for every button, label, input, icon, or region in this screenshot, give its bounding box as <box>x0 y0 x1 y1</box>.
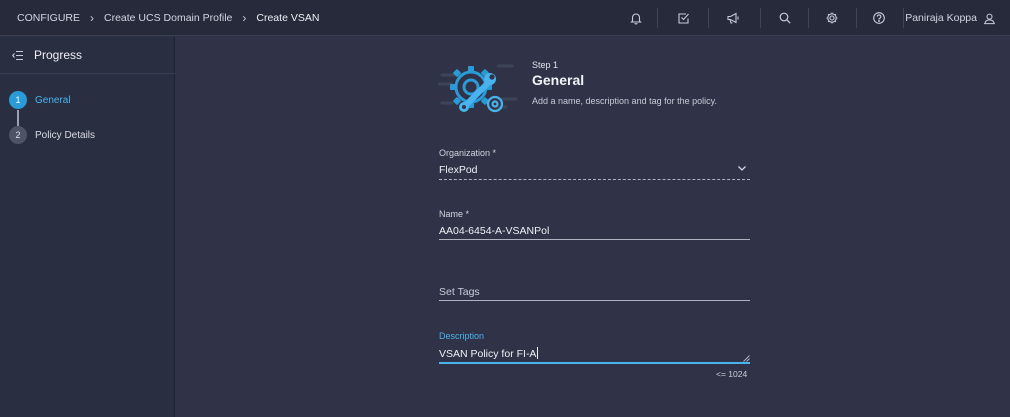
breadcrumb-create-vsan: Create VSAN <box>256 12 320 24</box>
bell-icon <box>630 13 642 25</box>
gear-icon <box>826 12 838 24</box>
settings-button[interactable] <box>814 0 850 36</box>
page-subtitle: Add a name, description and tag for the … <box>532 96 717 106</box>
organization-label: Organization * <box>439 148 497 158</box>
step-label: Policy Details <box>35 129 96 141</box>
progress-panel: Progress 1 General 2 Policy Details <box>0 37 175 417</box>
gear-wrench-icon <box>438 64 518 113</box>
breadcrumb-chevron-icon: › <box>242 11 247 25</box>
description-text: VSAN Policy for FI-A <box>439 348 537 360</box>
panel-divider <box>0 73 175 74</box>
step-connector <box>17 110 19 126</box>
top-header: CONFIGURE › Create UCS Domain Profile › … <box>0 0 1010 36</box>
announcements-button[interactable] <box>715 0 751 36</box>
description-textarea[interactable]: VSAN Policy for FI-A <box>439 347 539 360</box>
chevron-down-icon[interactable] <box>737 164 747 172</box>
progress-header: Progress <box>12 48 82 62</box>
organization-underline <box>439 179 750 180</box>
tags-underline <box>439 300 750 301</box>
breadcrumb-configure[interactable]: CONFIGURE <box>17 12 80 24</box>
page-title: General <box>532 72 585 88</box>
user-icon <box>984 13 995 24</box>
tasks-button[interactable] <box>666 0 702 36</box>
breadcrumb-create-ucs-domain-profile[interactable]: Create UCS Domain Profile <box>104 12 232 24</box>
search-icon <box>779 12 791 24</box>
description-label: Description <box>439 331 485 341</box>
progress-title: Progress <box>34 48 83 62</box>
user-menu[interactable]: Paniraja Koppa <box>905 0 996 36</box>
step-number: 2 <box>9 126 27 144</box>
megaphone-icon <box>727 12 739 24</box>
tasks-icon <box>678 13 689 24</box>
breadcrumb-chevron-icon: › <box>90 11 94 25</box>
breadcrumb: CONFIGURE › Create UCS Domain Profile › … <box>17 0 319 36</box>
step-indicator: Step 1 <box>532 60 559 70</box>
step-label: General <box>35 94 71 106</box>
step-general[interactable]: 1 General <box>9 91 71 109</box>
name-label: Name * <box>439 209 470 219</box>
search-button[interactable] <box>767 0 803 36</box>
user-name: Paniraja Koppa <box>905 12 977 24</box>
collapse-menu-icon[interactable] <box>12 50 24 61</box>
set-tags-input[interactable]: Set Tags <box>439 286 480 298</box>
step-policy-details[interactable]: 2 Policy Details <box>9 126 95 144</box>
help-icon <box>873 12 885 24</box>
step-number: 1 <box>9 91 27 109</box>
resize-handle-icon[interactable] <box>743 355 750 362</box>
name-underline <box>439 239 750 240</box>
description-underline <box>439 362 750 364</box>
help-button[interactable] <box>861 0 897 36</box>
notifications-button[interactable] <box>618 0 654 36</box>
character-limit: <= 1024 <box>716 369 748 379</box>
organization-select[interactable]: FlexPod <box>439 164 478 176</box>
name-input[interactable]: AA04-6454-A-VSANPol <box>439 225 549 237</box>
text-cursor <box>537 347 539 359</box>
